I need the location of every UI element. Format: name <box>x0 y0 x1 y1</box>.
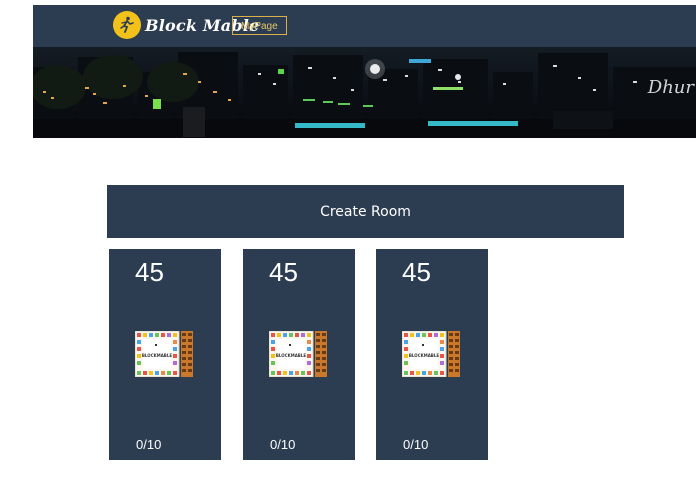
mypage-button[interactable]: MyPage <box>232 16 287 35</box>
runner-logo-icon[interactable] <box>113 11 141 39</box>
room-card[interactable]: 45 BLOCKMABLE 0/10 <box>243 249 355 460</box>
top-navbar: Block Mable MyPage <box>33 5 696 47</box>
room-occupancy: 0/10 <box>403 437 429 452</box>
page: Block Mable MyPage Dhur Create Room 45 B… <box>0 0 696 484</box>
room-number: 45 <box>269 257 298 287</box>
room-card[interactable]: 45 BLOCKMABLE 0/10 <box>109 249 221 460</box>
board-label: BLOCKMABLE <box>276 353 307 358</box>
board-label: BLOCKMABLE <box>142 353 173 358</box>
hero-banner-image: Dhur <box>33 47 696 138</box>
board-thumbnail: BLOCKMABLE <box>268 330 327 378</box>
board-label: BLOCKMABLE <box>409 353 440 358</box>
create-room-button[interactable]: Create Room <box>107 185 624 238</box>
room-occupancy: 0/10 <box>270 437 296 452</box>
room-number: 45 <box>135 257 164 287</box>
board-thumbnail: BLOCKMABLE <box>401 330 460 378</box>
board-thumbnail: BLOCKMABLE <box>134 330 193 378</box>
room-number: 45 <box>402 257 431 287</box>
room-card[interactable]: 45 BLOCKMABLE 0/10 <box>376 249 488 460</box>
banner-signature: Dhur <box>647 77 694 98</box>
room-occupancy: 0/10 <box>136 437 162 452</box>
